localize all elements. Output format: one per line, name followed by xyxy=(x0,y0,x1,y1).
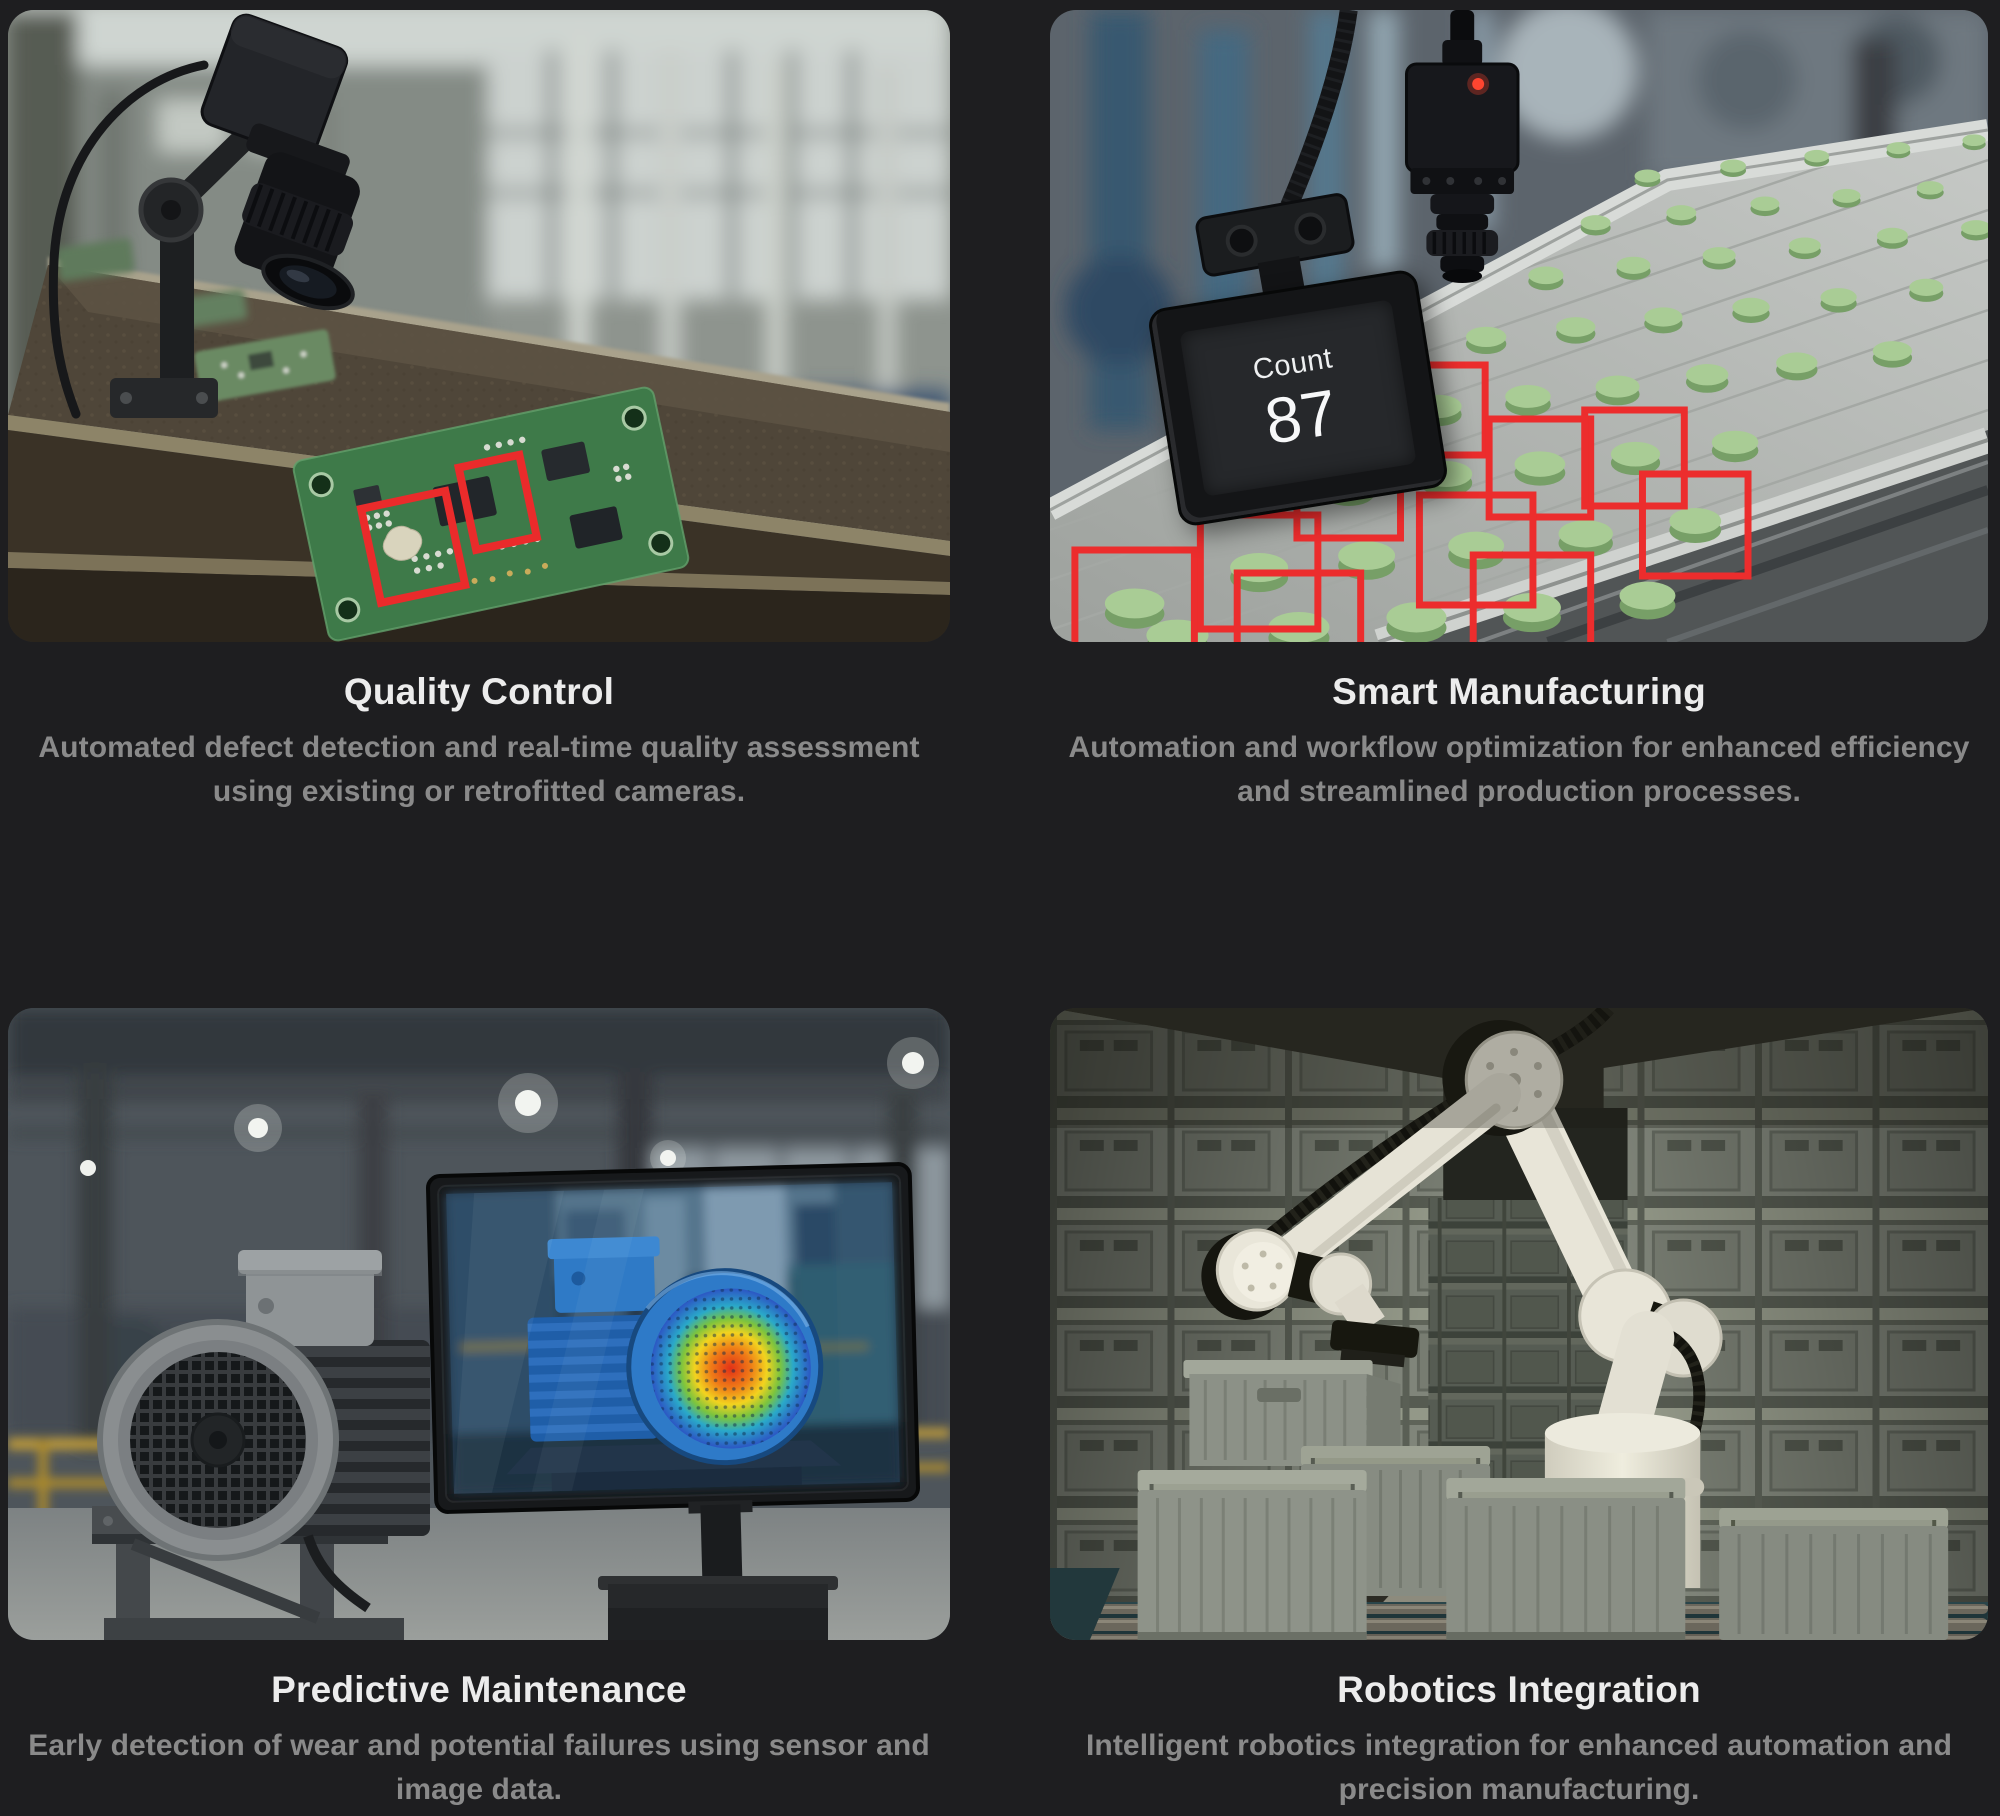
card-quality-control: Quality Control Automated defect detecti… xyxy=(8,10,950,814)
predictive-maintenance-image xyxy=(8,1008,950,1640)
smart-manufacturing-image: Count 87 xyxy=(1050,10,1988,642)
count-display: Count 87 xyxy=(1146,268,1449,528)
card-description: Early detection of wear and potential fa… xyxy=(8,1724,950,1812)
card-smart-manufacturing: Count 87 Smart Manufacturing Automation … xyxy=(1050,10,1988,814)
card-description: Automation and workflow optimization for… xyxy=(1050,726,1988,814)
count-value: 87 xyxy=(1261,379,1341,453)
card-predictive-maintenance: Predictive Maintenance Early detection o… xyxy=(8,1008,950,1812)
monitor-stand xyxy=(700,1504,742,1583)
camera-status-led xyxy=(1472,78,1484,90)
motor-thermal-scene xyxy=(8,1008,950,1640)
card-title: Smart Manufacturing xyxy=(1050,670,1988,714)
pcb-inspection-scene xyxy=(8,10,950,642)
card-title: Robotics Integration xyxy=(1050,1668,1988,1712)
quality-control-image xyxy=(8,10,950,642)
robotics-integration-image xyxy=(1050,1008,1988,1640)
card-robotics-integration: Robotics Integration Intelligent robotic… xyxy=(1050,1008,1988,1812)
monitor-screen xyxy=(446,1182,900,1494)
robot-arm-scene xyxy=(1050,1008,1988,1640)
card-description: Intelligent robotics integration for enh… xyxy=(1050,1724,1988,1812)
card-title: Quality Control xyxy=(8,670,950,714)
card-description: Automated defect detection and real-time… xyxy=(8,726,950,814)
card-title: Predictive Maintenance xyxy=(8,1668,950,1712)
count-screen: Count 87 xyxy=(1179,299,1416,496)
feature-grid: Quality Control Automated defect detecti… xyxy=(8,10,1992,1812)
